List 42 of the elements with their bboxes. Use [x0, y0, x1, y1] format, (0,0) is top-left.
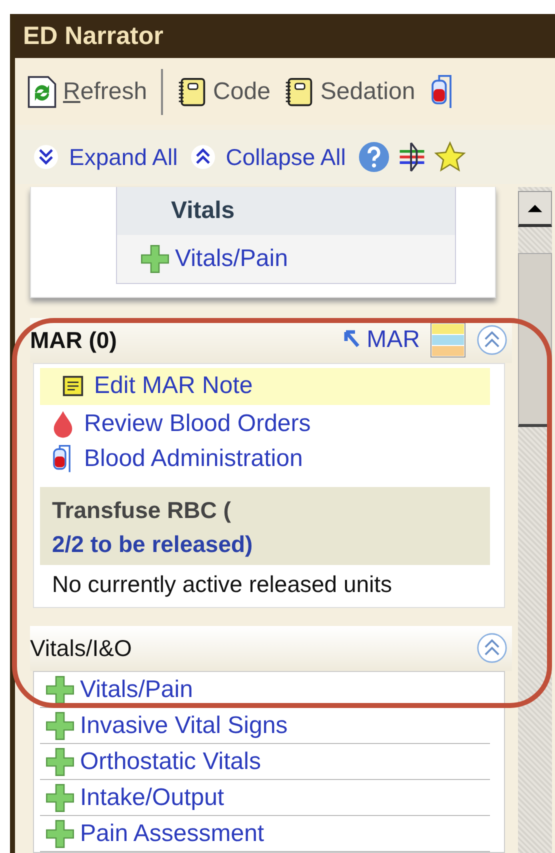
- plus-icon: [44, 674, 76, 706]
- collapse-icon[interactable]: [476, 632, 508, 664]
- up-arrow-icon: [526, 202, 544, 214]
- double-chevron-down-icon: [33, 144, 59, 170]
- plus-icon: [44, 746, 76, 778]
- toolbar-button[interactable]: Refresh: [27, 74, 148, 108]
- scrollbar[interactable]: [518, 187, 552, 853]
- item-link[interactable]: Vitals/Pain: [175, 245, 288, 273]
- color-legend-icon[interactable]: [430, 322, 466, 358]
- item-link[interactable]: Invasive Vital Signs: [80, 712, 288, 740]
- section-title: Vitals/I&O: [30, 634, 132, 662]
- scroll-up-button[interactable]: [518, 191, 552, 227]
- link-button[interactable]: Collapse All: [190, 144, 352, 170]
- list-item[interactable]: Edit MAR Note: [40, 368, 490, 405]
- plus-icon: [44, 710, 76, 742]
- list-item[interactable]: Blood Administration: [40, 442, 490, 477]
- help-icon[interactable]: [358, 141, 390, 173]
- toolbar-button[interactable]: Code: [177, 74, 270, 108]
- item-link[interactable]: Orthostatic Vitals: [80, 748, 261, 776]
- blood-drop-icon: [52, 410, 74, 438]
- plus-icon: [44, 818, 76, 850]
- status-text: No currently active released units: [51, 570, 394, 599]
- plus-icon: [44, 782, 76, 814]
- link-button[interactable]: Expand All: [33, 144, 184, 170]
- double-chevron-up-icon: [190, 144, 216, 170]
- toolbar-button[interactable]: Sedation: [284, 74, 416, 108]
- mar-link[interactable]: MAR: [366, 326, 420, 354]
- item-link[interactable]: Intake/Output: [80, 784, 224, 812]
- section-title: MAR (0): [30, 326, 117, 354]
- list-item[interactable]: Review Blood Orders: [40, 406, 490, 442]
- collapse-icon[interactable]: [476, 324, 508, 356]
- panel-title: Vitals: [171, 197, 235, 225]
- refresh-icon: [27, 74, 57, 108]
- window-title: ED Narrator: [23, 22, 164, 50]
- item-link[interactable]: Vitals/Pain: [80, 676, 193, 704]
- star-icon[interactable]: [434, 141, 466, 173]
- plus-icon: [139, 243, 171, 275]
- order-status: 2/2 to be released): [52, 530, 254, 559]
- scroll-thumb[interactable]: [518, 253, 552, 427]
- order-title: Transfuse RBC (: [52, 496, 232, 525]
- item-link[interactable]: Pain Assessment: [80, 820, 264, 848]
- note-icon: [62, 375, 84, 398]
